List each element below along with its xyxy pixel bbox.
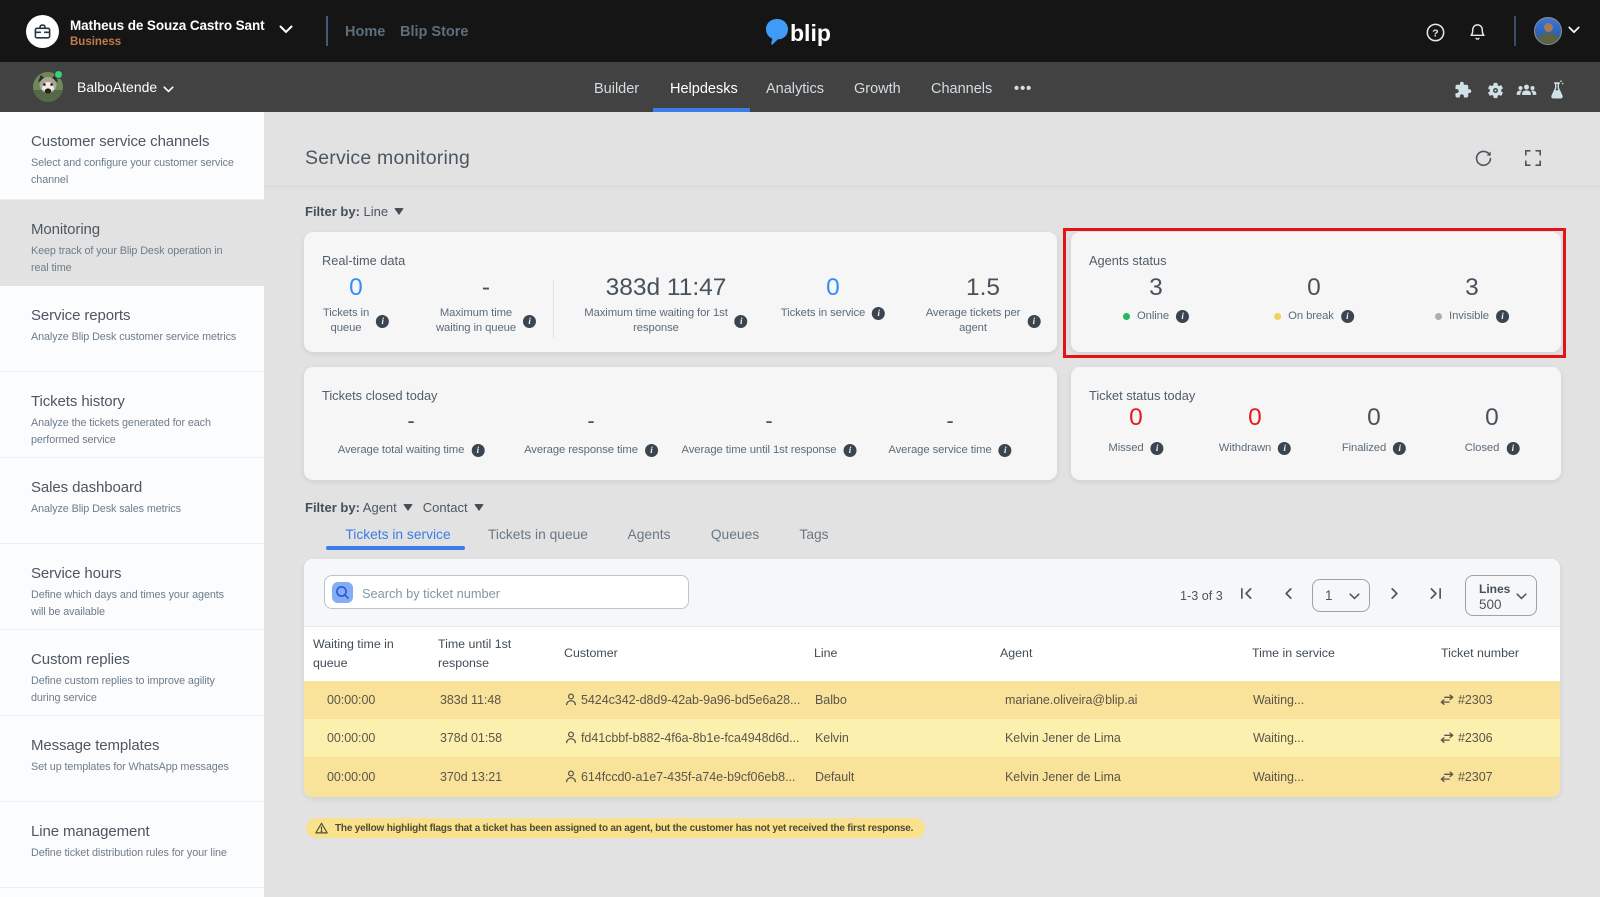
svg-text:blip: blip: [790, 20, 831, 46]
svg-text:?: ?: [1432, 28, 1438, 39]
